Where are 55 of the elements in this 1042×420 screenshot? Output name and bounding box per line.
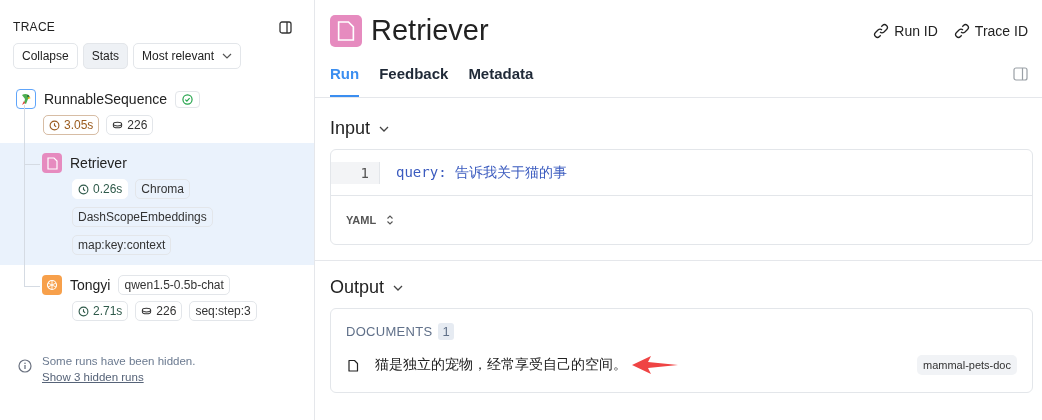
document-icon [330,14,362,47]
coin-icon [141,307,153,315]
panel-toggle-icon[interactable] [1013,67,1028,81]
hidden-runs-notice: Some runs have been hidden. Show 3 hidden runs [42,354,197,385]
clock-icon [78,183,89,195]
show-hidden-runs-link[interactable]: Show 3 hidden runs [42,371,144,383]
documents-label: DOCUMENTS [346,324,433,339]
format-selector[interactable]: YAML [346,214,395,226]
section-title: Input [330,118,371,139]
run-type-icon [42,153,62,173]
sidebar-toggle-icon[interactable] [279,20,292,34]
code-line: query: 告诉我关于猫的事 [396,163,567,182]
clock-icon [78,305,89,317]
tag-text: 3.05s [64,118,94,132]
run-name: Retriever [70,155,127,171]
info-icon [18,359,32,373]
link-icon [873,22,890,39]
model-tag: qwen1.5-0.5b-chat [118,275,230,295]
run-name: RunnableSequence [44,91,167,107]
link-icon [953,22,970,39]
tag-text: 0.26s [93,182,123,196]
copy-id-link[interactable]: Trace ID [953,22,1028,39]
count-badge: 1 [438,323,454,340]
run-type-icon [42,275,62,295]
tag: map:key:context [72,235,172,255]
run-type-icon [16,89,36,109]
line-number: 1 [331,161,380,184]
clock-icon [49,119,60,131]
sort-arrows-icon [386,214,395,226]
chevron-icon[interactable] [378,124,391,133]
tag-text: 226 [156,304,177,318]
copy-id-link[interactable]: Run ID [873,22,938,39]
tag-text: 226 [127,118,148,132]
tab[interactable]: Feedback [379,51,449,97]
tag-text: 2.71s [93,304,123,318]
document-text: 猫是独立的宠物，经常享受自己的空间。 [375,356,627,374]
coin-icon [112,121,124,129]
document-tag: mammal-pets-doc [916,355,1017,375]
section-title: Output [330,277,385,298]
panel-title: TRACE [13,20,56,34]
toolbar-button[interactable]: Stats [82,43,129,69]
run-name: Tongyi [70,277,111,293]
tag: seq:step:3 [189,301,257,321]
caret-icon [222,53,233,59]
run-item[interactable]: Tongyi qwen1.5-0.5b-chat 2.71s 226 seq:step:3 [0,265,314,331]
run-item[interactable]: Retriever 0.26s Chroma DashScopeEmbeddings map:key:context [0,143,314,265]
chevron-icon[interactable] [392,283,405,292]
run-title: Retriever [371,14,490,47]
document-icon [348,358,359,372]
tag: DashScopeEmbeddings [72,207,213,227]
toolbar-button[interactable]: Collapse [13,43,78,69]
sort-dropdown[interactable]: Most relevant [133,43,242,69]
tag: Chroma [135,179,191,199]
tab[interactable]: Metadata [468,51,534,97]
run-item[interactable]: RunnableSequence 3.05s 226 [0,81,314,143]
